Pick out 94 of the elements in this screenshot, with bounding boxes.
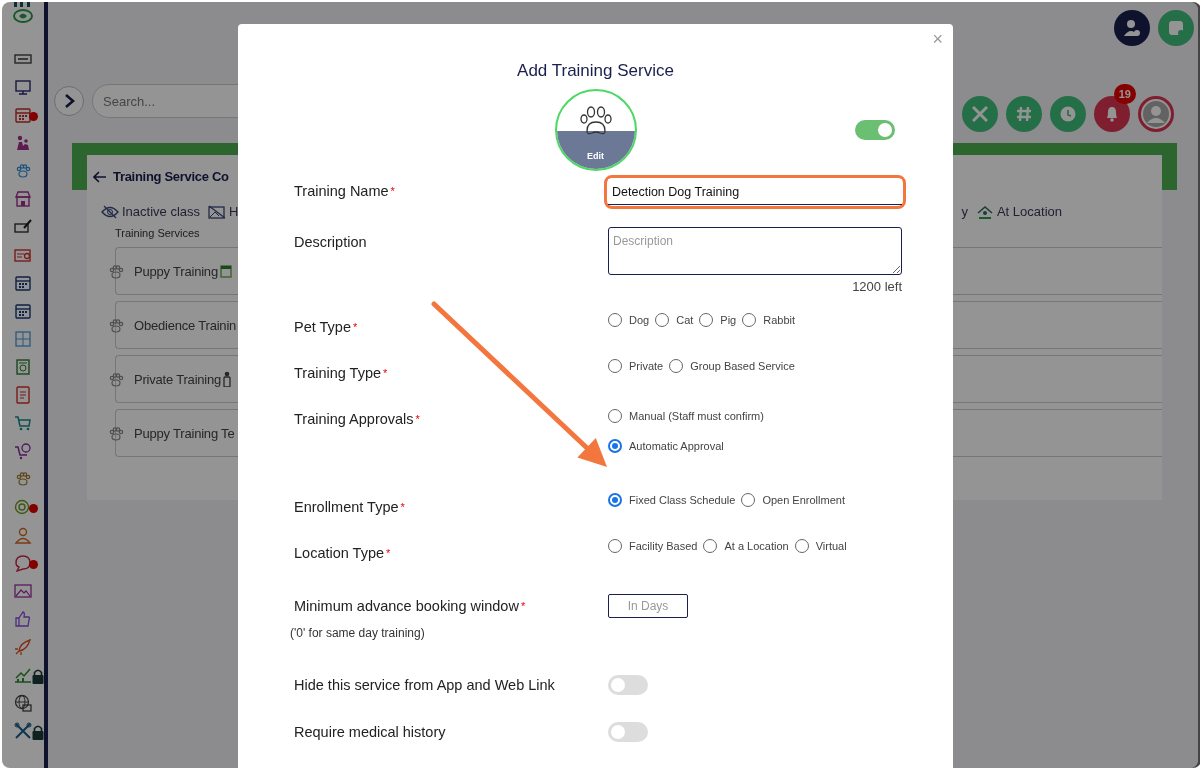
radio-option[interactable]: Rabbit <box>742 313 795 327</box>
field-label: Location Type* <box>294 544 392 563</box>
service-name: Obedience Trainin <box>134 317 237 333</box>
field-label: Training Name* <box>294 182 396 201</box>
paw-icon <box>107 317 125 333</box>
expand-button[interactable] <box>54 86 84 116</box>
notifications-button[interactable] <box>1094 96 1130 132</box>
section-label: Training Services <box>115 227 201 239</box>
paw-icon <box>107 263 125 279</box>
pen-icon[interactable] <box>14 218 32 236</box>
people-icon[interactable] <box>14 134 32 152</box>
logo-icon <box>10 2 36 24</box>
clock-button[interactable] <box>1050 96 1086 132</box>
image-icon[interactable] <box>14 582 32 600</box>
eye-slash-icon <box>101 204 119 219</box>
field-hint: ('0' for same day training) <box>290 626 425 640</box>
field-label: Pet Type* <box>294 318 359 337</box>
chevron-right-icon <box>63 94 75 108</box>
hash-icon <box>1016 106 1032 122</box>
house-pin-icon <box>975 204 994 219</box>
chart-icon[interactable] <box>14 666 32 684</box>
paw-icon[interactable] <box>14 162 32 180</box>
filter-label[interactable]: H <box>229 204 239 219</box>
checklist-icon[interactable] <box>14 358 32 376</box>
chat-icon[interactable] <box>14 554 32 572</box>
paw-icon[interactable] <box>14 470 32 488</box>
edit-label: Edit <box>556 131 635 169</box>
thumbs-up-icon[interactable] <box>14 610 32 628</box>
page-title: Training Service Co <box>113 169 229 184</box>
field-label: Description <box>294 233 368 252</box>
field-label: Minimum advance booking window* <box>294 597 527 616</box>
cart-icon[interactable] <box>14 414 32 432</box>
store-icon[interactable] <box>14 190 32 208</box>
notification-count: 19 <box>1113 84 1136 104</box>
field-label: Enrollment Type* <box>294 498 406 517</box>
bell-icon <box>1105 106 1119 122</box>
radio-option[interactable]: Facility Based <box>608 539 698 553</box>
radio-option[interactable]: Pig <box>699 313 737 327</box>
fullscreen-button[interactable] <box>962 96 998 132</box>
person-icon <box>223 371 232 387</box>
active-toggle[interactable] <box>855 120 895 140</box>
service-image[interactable]: Edit <box>554 89 637 171</box>
paw-icon <box>107 371 125 387</box>
target-icon[interactable] <box>14 498 32 516</box>
add-event-button[interactable] <box>1158 10 1194 46</box>
service-name: Puppy Training <box>134 263 218 279</box>
service-name: Puppy Training Te <box>134 425 235 441</box>
person-silhouette-icon <box>1143 101 1169 127</box>
field-label: Hide this service from App and Web Link <box>294 676 556 695</box>
service-name: Private Training <box>134 371 222 387</box>
radio-option[interactable]: Group Based Service <box>669 359 795 373</box>
card-icon[interactable] <box>14 246 32 264</box>
filter-label[interactable]: Inactive class <box>122 204 201 219</box>
field-label: Training Approvals* <box>294 410 421 429</box>
calendar-icon <box>219 264 232 278</box>
grid-icon[interactable] <box>14 330 32 348</box>
field-label: Training Type* <box>294 364 389 383</box>
tools-icon[interactable] <box>14 722 32 740</box>
radio-option[interactable]: Fixed Class Schedule <box>608 493 736 507</box>
radio-option[interactable]: Cat <box>655 313 694 327</box>
dialog-title: Add Training Service <box>516 61 675 81</box>
calendar-icon[interactable] <box>14 302 32 320</box>
user-avatar[interactable] <box>1138 96 1174 132</box>
toggle-switch[interactable] <box>608 675 648 695</box>
radio-option[interactable]: Virtual <box>794 539 847 553</box>
radio-option[interactable]: Manual (Staff must confirm) <box>608 409 764 423</box>
radio-option[interactable]: Private <box>608 359 664 373</box>
paw-icon <box>577 103 614 137</box>
filter-label[interactable]: At Location <box>996 204 1062 219</box>
radio-option[interactable]: Automatic Approval <box>608 439 724 453</box>
hash-button[interactable] <box>1006 96 1042 132</box>
cart-icon[interactable] <box>14 442 32 460</box>
radio-option[interactable]: Dog <box>608 313 650 327</box>
radio-option[interactable]: At a Location <box>703 539 789 553</box>
calendar-icon[interactable] <box>14 106 32 124</box>
description-field[interactable]: Description <box>608 227 902 275</box>
days-field[interactable]: In Days <box>608 594 688 618</box>
filter-label[interactable]: y <box>961 204 968 219</box>
highlighted-input-field[interactable]: Detection Dog Training <box>604 175 906 209</box>
calendar-icon[interactable] <box>14 274 32 292</box>
radio-option[interactable]: Open Enrollment <box>741 493 845 507</box>
image-slash-icon <box>208 204 227 219</box>
field-label: Require medical history <box>294 723 447 742</box>
person-icon[interactable] <box>14 526 32 544</box>
character-counter: 1200 left <box>851 279 902 294</box>
clock-icon <box>1060 106 1076 122</box>
user-plus-icon <box>1123 19 1141 37</box>
add-user-button[interactable] <box>1114 10 1150 46</box>
monitor-icon[interactable] <box>14 78 32 96</box>
toggle-switch[interactable] <box>608 722 648 742</box>
globe-icon[interactable] <box>14 694 32 712</box>
document-icon[interactable] <box>14 386 32 404</box>
paw-icon <box>107 425 125 441</box>
back-arrow-icon[interactable] <box>93 170 107 183</box>
